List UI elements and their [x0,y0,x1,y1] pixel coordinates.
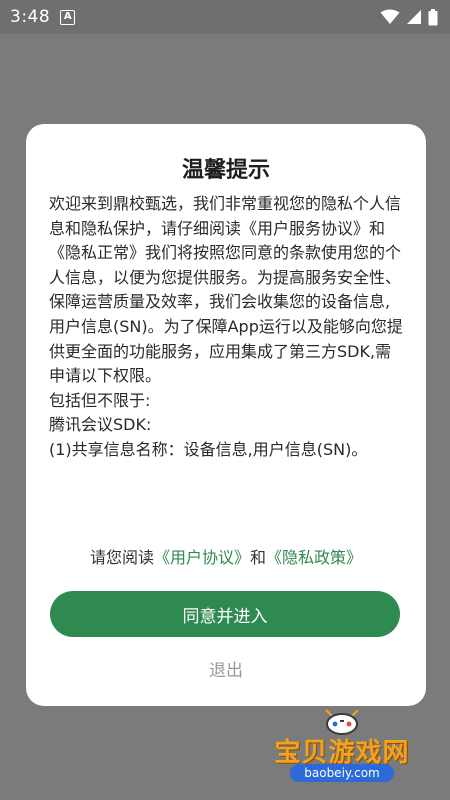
user-agreement-link[interactable]: 《用户协议》 [154,548,250,567]
battery-icon [428,8,438,25]
privacy-paragraph: 欢迎来到鼎校甄选，我们非常重视您的隐私个人信息和隐私保护，请仔细阅读《用户服务协… [49,194,403,386]
notification-a-icon: A [60,9,76,25]
privacy-dialog: 温馨提示 欢迎来到鼎校甄选，我们非常重视您的隐私个人信息和隐私保护，请仔细阅读《… [26,124,426,706]
status-right [380,8,438,26]
dialog-title: 温馨提示 [181,158,270,183]
shared-info-line: (1)共享信息名称：设备信息,用户信息(SN)。 [49,439,368,459]
status-bar: 3:48 A [0,0,450,34]
includes-line: 包括但不限于: [49,390,151,410]
status-left: 3:48 A [10,7,76,27]
privacy-policy-link[interactable]: 《隐私政策》 [266,548,362,567]
agree-and-enter-button[interactable]: 同意并进入 [50,591,400,637]
watermark-url: baobeiy.com [290,764,394,782]
and-text: 和 [250,548,267,567]
wifi-icon [380,9,400,24]
watermark: 宝贝游戏网 baobeiy.com [268,706,416,788]
status-time: 3:48 [10,7,51,27]
dialog-body: 欢迎来到鼎校甄选，我们非常重视您的隐私个人信息和隐私保护，请仔细阅读《用户服务协… [49,192,405,463]
exit-button[interactable]: 退出 [26,656,426,681]
signal-icon [407,10,421,24]
sdk-line: 腾讯会议SDK: [49,415,152,435]
agree-prefix: 请您阅读 [89,548,154,567]
agreement-line: 请您阅读《用户协议》和《隐私政策》 [26,544,426,568]
